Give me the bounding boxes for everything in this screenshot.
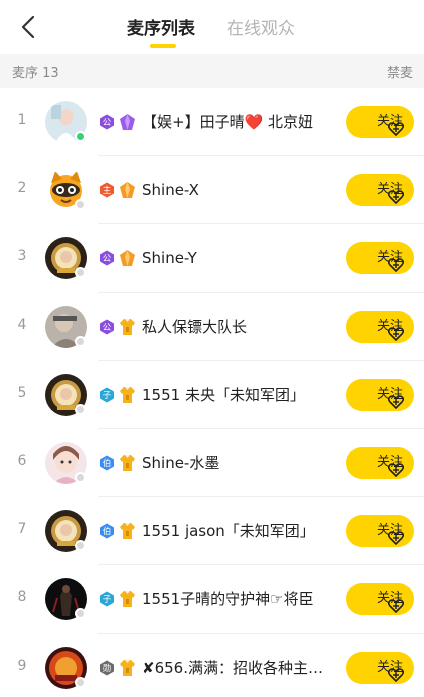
follow-button[interactable]: 关注 <box>346 310 414 343</box>
queue-row[interactable]: 4 公 私人保镖大队长 关注 <box>0 293 424 361</box>
svg-text:子: 子 <box>103 391 112 401</box>
follow-button[interactable]: 关注 <box>346 651 414 684</box>
queue-count-label: 麦序 13 <box>12 66 59 81</box>
user-name[interactable]: 1551 未央「未知军团」 <box>142 385 305 405</box>
active-tab-indicator <box>150 44 176 48</box>
role-badge-icon: 公 <box>99 319 115 335</box>
online-status-dot <box>75 471 86 483</box>
follow-button[interactable]: 关注 <box>346 446 414 479</box>
yellow-shirt-icon <box>119 318 136 336</box>
online-status-dot <box>75 267 86 279</box>
queue-index: 5 <box>17 384 27 401</box>
online-status-dot <box>75 131 86 142</box>
back-arrow-icon[interactable] <box>18 14 42 40</box>
yellow-shirt-icon <box>119 454 136 472</box>
yellow-shirt-icon <box>119 386 136 404</box>
queue-index: 2 <box>17 180 27 197</box>
ban-mic-button[interactable]: 禁麦 <box>387 62 413 81</box>
follow-label: 关注 <box>377 454 404 470</box>
queue-row[interactable]: 3 公 Shine-Y 关注 <box>0 224 424 293</box>
follow-label: 关注 <box>377 659 404 675</box>
follow-button[interactable]: 关注 <box>346 106 414 138</box>
tab-mic-queue[interactable]: 麦序列表 <box>127 17 195 41</box>
online-status-dot <box>75 676 86 688</box>
queue-index: 9 <box>17 657 27 674</box>
svg-text:公: 公 <box>103 118 112 128</box>
mic-queue-list: 1 公【娱+】田子晴❤️ 北京妞 关注 2 主 Shine-X 关注 3 公 Shine-Y 关注 4… <box>0 88 424 697</box>
user-name[interactable]: 1551子晴的守护神☞将臣 <box>142 589 314 609</box>
role-badge-icon: 勋 <box>99 660 115 676</box>
follow-button[interactable]: 关注 <box>346 174 414 207</box>
yellow-shirt-icon <box>119 522 136 540</box>
top-nav-bar: 麦序列表 在线观众 <box>0 0 424 54</box>
user-name[interactable]: ✘656.满满：招收各种主… <box>142 658 323 678</box>
role-badge-icon: 伯 <box>99 523 115 539</box>
user-name[interactable]: Shine-水墨 <box>142 453 219 473</box>
svg-text:主: 主 <box>103 185 112 196</box>
role-badge-icon: 公 <box>99 114 115 130</box>
follow-label: 关注 <box>377 182 404 198</box>
svg-text:伯: 伯 <box>103 458 112 469</box>
user-name[interactable]: 【娱+】田子晴❤️ 北京妞 <box>142 112 313 132</box>
queue-index: 7 <box>17 521 27 538</box>
role-badge-icon: 子 <box>99 387 115 403</box>
purple-crystal-icon <box>119 113 136 131</box>
svg-text:公: 公 <box>103 255 112 265</box>
user-name[interactable]: 1551 jason「未知军团」 <box>142 521 315 541</box>
queue-row[interactable]: 7 伯 1551 jason「未知军团」 关注 <box>0 497 424 566</box>
online-status-dot <box>75 199 86 211</box>
queue-subheader: 麦序 13 禁麦 <box>0 54 424 88</box>
follow-label: 关注 <box>377 250 404 266</box>
queue-row[interactable]: 5 子 1551 未央「未知军团」 关注 <box>0 361 424 429</box>
role-badge-icon: 公 <box>99 250 115 266</box>
role-badge-icon: 主 <box>99 182 115 198</box>
svg-text:伯: 伯 <box>103 526 112 537</box>
svg-text:勋: 勋 <box>103 663 112 674</box>
online-status-dot <box>75 608 86 620</box>
queue-row[interactable]: 9 勋 ✘656.满满：招收各种主… 关注 <box>0 634 424 697</box>
online-status-dot <box>75 335 86 347</box>
follow-label: 关注 <box>377 114 404 129</box>
follow-label: 关注 <box>377 591 404 607</box>
queue-index: 3 <box>17 248 27 265</box>
orange-crystal-icon <box>119 181 136 199</box>
queue-row[interactable]: 8 子 1551子晴的守护神☞将臣 关注 <box>0 565 424 634</box>
follow-button[interactable]: 关注 <box>346 515 414 548</box>
online-status-dot <box>75 540 86 552</box>
role-badge-icon: 子 <box>99 591 115 607</box>
role-badge-icon: 伯 <box>99 455 115 471</box>
orange-crystal-icon <box>119 249 136 267</box>
follow-label: 关注 <box>377 386 404 402</box>
user-name[interactable]: 私人保镖大队长 <box>142 317 247 337</box>
queue-index: 1 <box>17 112 27 128</box>
yellow-shirt-icon <box>119 590 136 608</box>
queue-index: 4 <box>17 316 27 333</box>
queue-index: 8 <box>17 589 27 606</box>
svg-text:子: 子 <box>103 596 112 606</box>
follow-label: 关注 <box>377 318 404 334</box>
follow-button[interactable]: 关注 <box>346 378 414 411</box>
online-status-dot <box>75 403 86 415</box>
user-name[interactable]: Shine-Y <box>142 248 197 268</box>
user-name[interactable]: Shine-X <box>142 180 199 200</box>
queue-row[interactable]: 1 公 【娱+】田子晴❤️ 北京妞 关注 <box>0 88 424 157</box>
follow-button[interactable]: 关注 <box>346 583 414 616</box>
queue-row[interactable]: 6 伯 Shine-水墨 关注 <box>0 429 424 498</box>
yellow-shirt-icon <box>119 659 136 677</box>
tab-online-audience[interactable]: 在线观众 <box>227 17 295 41</box>
follow-label: 关注 <box>377 523 404 539</box>
svg-text:公: 公 <box>103 323 112 333</box>
follow-button[interactable]: 关注 <box>346 242 414 275</box>
queue-row[interactable]: 2 主 Shine-X 关注 <box>0 156 424 225</box>
queue-index: 6 <box>17 452 27 469</box>
